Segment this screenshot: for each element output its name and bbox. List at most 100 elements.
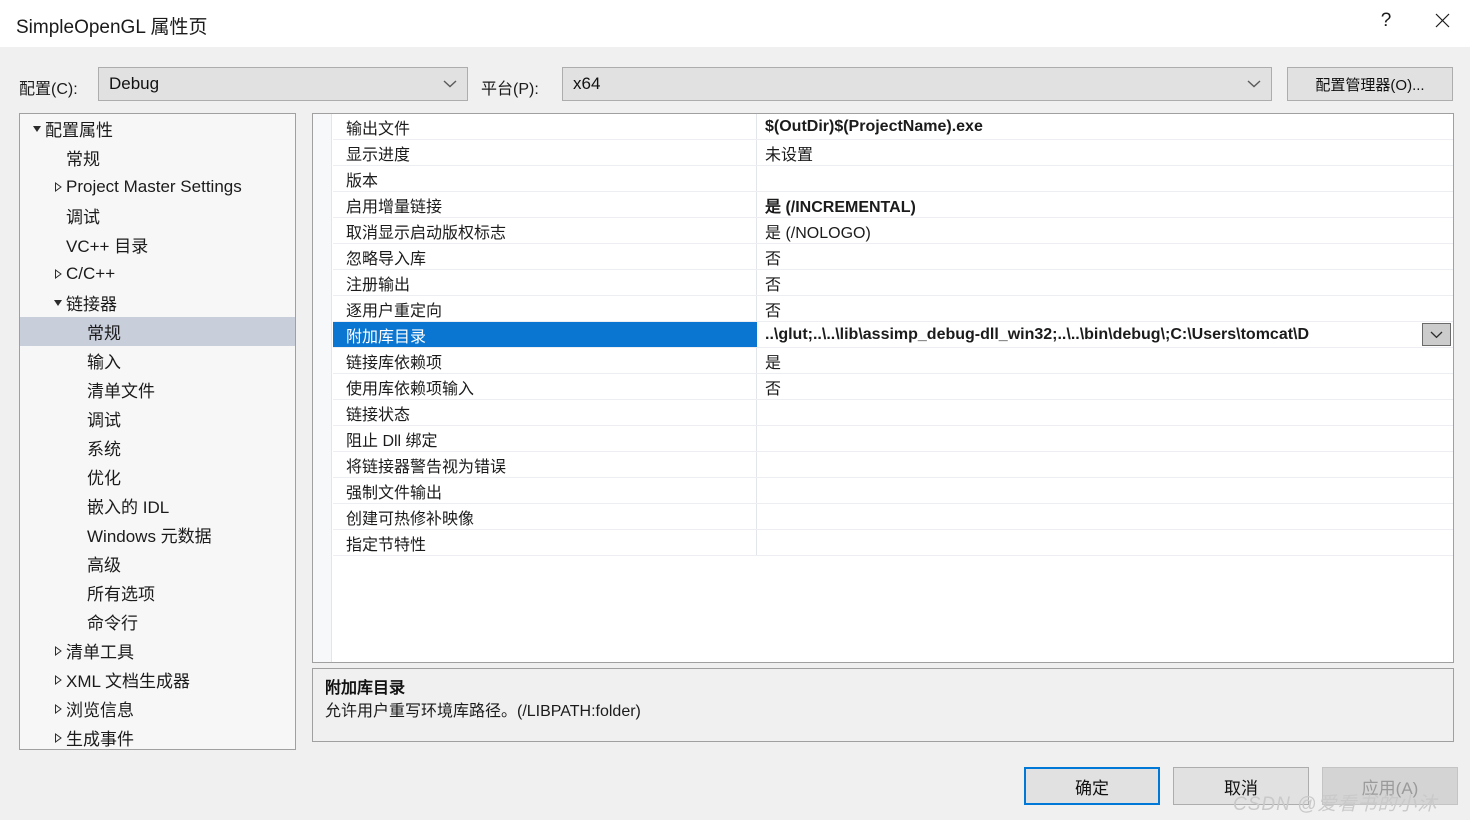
- property-row[interactable]: 指定节特性: [333, 530, 1453, 556]
- property-value[interactable]: [757, 530, 1453, 555]
- property-value[interactable]: $(OutDir)$(ProjectName).exe: [757, 114, 1453, 139]
- tree-item[interactable]: 嵌入的 IDL: [20, 491, 295, 520]
- property-value[interactable]: [757, 400, 1453, 425]
- settings-tree[interactable]: 配置属性 常规 Project Master Settings 调试 VC++ 目录 C/…: [19, 113, 296, 750]
- property-value[interactable]: [757, 426, 1453, 451]
- property-value[interactable]: 是 (/INCREMENTAL): [757, 192, 1453, 217]
- configuration-value: Debug: [109, 74, 160, 93]
- platform-value: x64: [573, 74, 601, 93]
- tree-item-label: 常规: [66, 150, 100, 169]
- tree-item-label: 常规: [87, 324, 121, 343]
- tree-item-label: 链接器: [66, 295, 117, 314]
- close-icon: [1435, 13, 1450, 28]
- property-row[interactable]: 版本: [333, 166, 1453, 192]
- property-name: 阻止 Dll 绑定: [333, 426, 757, 451]
- platform-select[interactable]: x64: [562, 67, 1272, 101]
- property-row[interactable]: 输出文件 $(OutDir)$(ProjectName).exe: [333, 114, 1453, 140]
- tree-item[interactable]: 调试: [20, 404, 295, 433]
- tree-item[interactable]: Windows 元数据: [20, 520, 295, 549]
- tree-item-label: 调试: [87, 411, 121, 430]
- tree-item[interactable]: 浏览信息: [20, 694, 295, 723]
- property-value[interactable]: ..\glut;..\..\lib\assimp_debug-dll_win32…: [757, 322, 1453, 347]
- property-row[interactable]: 创建可热修补映像: [333, 504, 1453, 530]
- triangle-down-icon[interactable]: [49, 298, 66, 308]
- tree-item[interactable]: 常规: [20, 143, 295, 172]
- property-value[interactable]: 是: [757, 348, 1453, 373]
- value-dropdown-button[interactable]: [1422, 323, 1451, 346]
- property-row[interactable]: 注册输出否: [333, 270, 1453, 296]
- triangle-right-icon[interactable]: [49, 268, 66, 279]
- tree-item[interactable]: 命令行: [20, 607, 295, 636]
- tree-item-label: Windows 元数据: [87, 527, 212, 546]
- chevron-down-icon: [1247, 80, 1261, 89]
- tree-item[interactable]: Project Master Settings: [20, 172, 295, 201]
- property-row[interactable]: 链接状态: [333, 400, 1453, 426]
- triangle-right-icon[interactable]: [49, 181, 66, 192]
- close-button[interactable]: [1419, 0, 1465, 40]
- property-name: 输出文件: [333, 114, 757, 139]
- property-row[interactable]: 忽略导入库否: [333, 244, 1453, 270]
- property-name: 取消显示启动版权标志: [333, 218, 757, 243]
- property-row[interactable]: 取消显示启动版权标志是 (/NOLOGO): [333, 218, 1453, 244]
- configuration-select[interactable]: Debug: [98, 67, 468, 101]
- property-value[interactable]: 未设置: [757, 140, 1453, 165]
- property-row[interactable]: 阻止 Dll 绑定: [333, 426, 1453, 452]
- tree-item-label: 清单文件: [87, 382, 155, 401]
- property-row[interactable]: 显示进度 未设置: [333, 140, 1453, 166]
- tree-item[interactable]: 高级: [20, 549, 295, 578]
- triangle-right-icon[interactable]: [49, 645, 66, 656]
- property-row[interactable]: 链接库依赖项是: [333, 348, 1453, 374]
- property-name: 使用库依赖项输入: [333, 374, 757, 399]
- property-value[interactable]: [757, 478, 1453, 503]
- tree-item[interactable]: 清单文件: [20, 375, 295, 404]
- triangle-right-icon[interactable]: [49, 674, 66, 685]
- property-value[interactable]: 否: [757, 296, 1453, 321]
- property-row[interactable]: 将链接器警告视为错误: [333, 452, 1453, 478]
- property-row[interactable]: 附加库目录 ..\glut;..\..\lib\assimp_debug-dll_…: [333, 322, 1453, 348]
- property-grid-rows: 输出文件 $(OutDir)$(ProjectName).exe 显示进度 未设置 版本…: [333, 114, 1453, 556]
- property-value[interactable]: [757, 452, 1453, 477]
- property-name: 链接库依赖项: [333, 348, 757, 373]
- property-row[interactable]: 启用增量链接是 (/INCREMENTAL): [333, 192, 1453, 218]
- property-value[interactable]: 是 (/NOLOGO): [757, 218, 1453, 243]
- tree-item[interactable]: C/C++: [20, 259, 295, 288]
- property-name: 逐用户重定向: [333, 296, 757, 321]
- tree-item[interactable]: 输入: [20, 346, 295, 375]
- tree-item-label: 所有选项: [87, 585, 155, 604]
- apply-button: 应用(A): [1322, 767, 1458, 805]
- property-row[interactable]: 逐用户重定向否: [333, 296, 1453, 322]
- tree-item[interactable]: XML 文档生成器: [20, 665, 295, 694]
- property-value[interactable]: 否: [757, 244, 1453, 269]
- triangle-right-icon[interactable]: [49, 703, 66, 714]
- tree-item[interactable]: 系统: [20, 433, 295, 462]
- tree-item[interactable]: VC++ 目录: [20, 230, 295, 259]
- description-text: 允许用户重写环境库路径。(/LIBPATH:folder): [325, 703, 641, 720]
- cancel-button[interactable]: 取消: [1173, 767, 1309, 805]
- tree-item[interactable]: 清单工具: [20, 636, 295, 665]
- tree-item-label: 嵌入的 IDL: [87, 498, 170, 517]
- property-value[interactable]: [757, 166, 1453, 191]
- help-button[interactable]: ?: [1363, 0, 1409, 40]
- title-bar: SimpleOpenGL 属性页 ?: [0, 0, 1470, 47]
- property-grid[interactable]: 输出文件 $(OutDir)$(ProjectName).exe 显示进度 未设置 版本…: [312, 113, 1454, 663]
- property-value[interactable]: 否: [757, 374, 1453, 399]
- chevron-down-icon: [1430, 326, 1443, 344]
- property-value[interactable]: 否: [757, 270, 1453, 295]
- triangle-down-icon[interactable]: [28, 124, 45, 134]
- tree-item[interactable]: 配置属性: [20, 114, 295, 143]
- tree-item[interactable]: 链接器: [20, 288, 295, 317]
- help-icon: ?: [1380, 9, 1392, 31]
- property-name: 附加库目录: [333, 322, 757, 347]
- tree-item[interactable]: 生成事件: [20, 723, 295, 749]
- tree-item[interactable]: 调试: [20, 201, 295, 230]
- property-row[interactable]: 强制文件输出: [333, 478, 1453, 504]
- tree-item-label: VC++ 目录: [66, 237, 149, 256]
- property-value[interactable]: [757, 504, 1453, 529]
- tree-item[interactable]: 优化: [20, 462, 295, 491]
- property-row[interactable]: 使用库依赖项输入否: [333, 374, 1453, 400]
- tree-item[interactable]: 所有选项: [20, 578, 295, 607]
- configuration-manager-button[interactable]: 配置管理器(O)...: [1287, 67, 1453, 101]
- triangle-right-icon[interactable]: [49, 732, 66, 743]
- ok-button[interactable]: 确定: [1024, 767, 1160, 805]
- tree-item[interactable]: 常规: [20, 317, 295, 346]
